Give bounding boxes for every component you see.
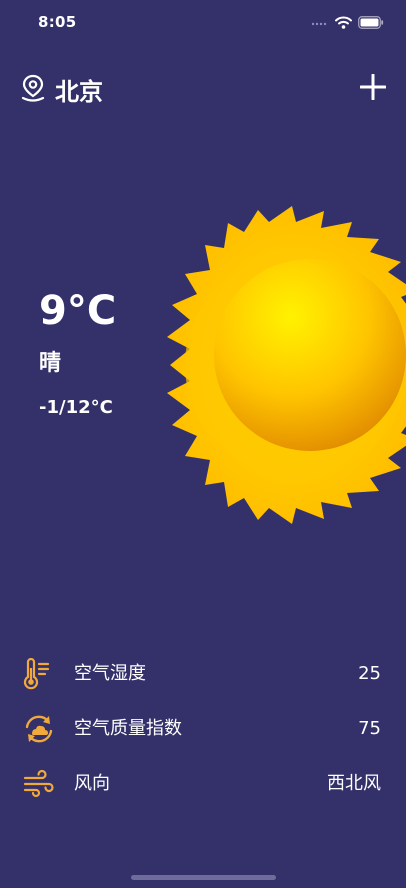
- stat-label: 空气湿度: [74, 663, 146, 684]
- stat-label: 空气质量指数: [74, 718, 182, 739]
- sun-core: [214, 259, 406, 451]
- header: 北京: [0, 62, 406, 112]
- wind-icon: [23, 769, 54, 798]
- sun-illustration: [167, 206, 406, 524]
- current-weather: 9°C 晴 -1/12°C: [39, 285, 116, 421]
- wifi-icon: [335, 16, 352, 29]
- stat-row-humidity: 空气湿度 25: [0, 646, 406, 701]
- location-pin-icon[interactable]: [20, 74, 46, 102]
- current-temperature: 9°C: [39, 288, 117, 334]
- stat-value: 25: [358, 663, 381, 684]
- stat-row-air-quality: 空气质量指数 75: [0, 701, 406, 756]
- stat-value: 西北风: [327, 773, 381, 794]
- temperature-range: -1/12°C: [39, 397, 113, 418]
- status-bar: 8:05: [0, 0, 406, 44]
- stat-label: 风向: [74, 773, 110, 794]
- city-name[interactable]: 北京: [55, 72, 103, 107]
- status-icons: [311, 14, 384, 30]
- battery-icon: [358, 15, 384, 29]
- home-indicator[interactable]: [131, 875, 276, 880]
- thermometer-icon: [23, 658, 50, 690]
- weather-condition: 晴: [39, 351, 62, 376]
- weather-stats-list: 空气湿度 25 空气质量指数 75 风向 西北风: [0, 646, 406, 811]
- add-city-button[interactable]: [360, 74, 386, 100]
- status-time: 8:05: [38, 13, 77, 31]
- stat-row-wind: 风向 西北风: [0, 756, 406, 811]
- cellular-signal-icon: [311, 22, 327, 26]
- air-quality-icon: [25, 715, 53, 743]
- stat-value: 75: [358, 718, 381, 739]
